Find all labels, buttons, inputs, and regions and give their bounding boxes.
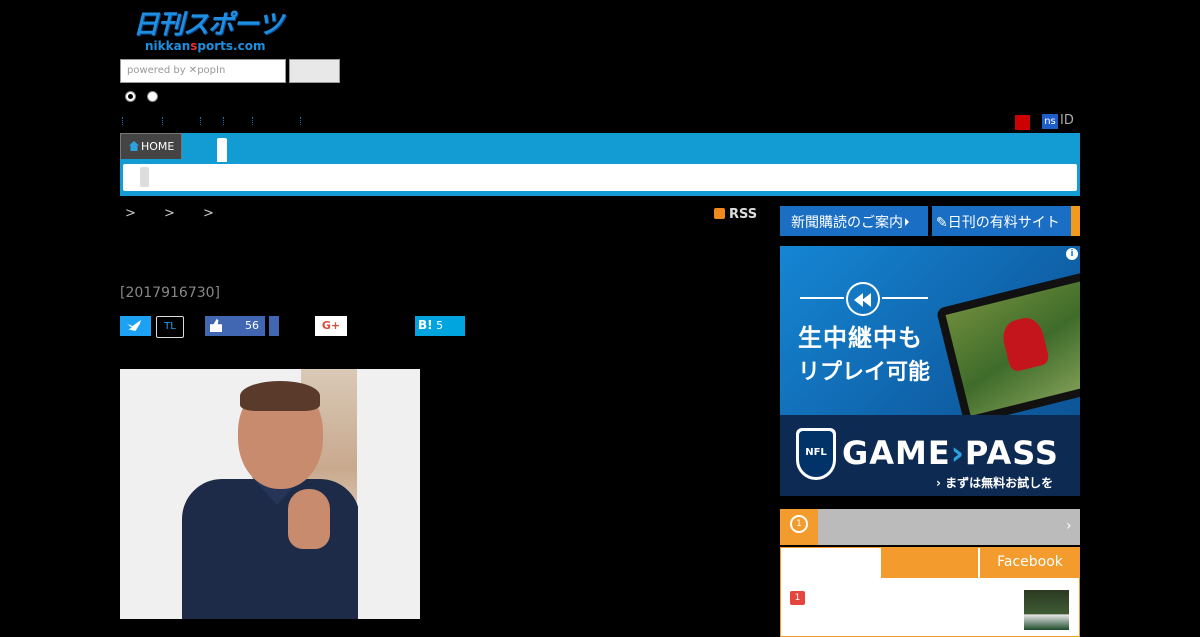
article-photo[interactable] — [120, 369, 420, 619]
photo-person-body — [182, 479, 360, 619]
arrow-right-icon — [905, 218, 909, 226]
button-accent — [1071, 206, 1080, 236]
site-logo[interactable]: 日刊スポーツ nikkansports.com — [133, 10, 288, 56]
nav-tab-active[interactable] — [217, 138, 227, 162]
timeline-button[interactable]: TL — [156, 316, 184, 338]
ad-line-right — [882, 297, 928, 299]
ad-info-icon[interactable]: i — [1066, 248, 1078, 260]
ranking-more-arrow[interactable]: › — [1066, 518, 1072, 534]
nav-sub-item[interactable] — [140, 167, 149, 187]
medal-icon: 1 — [790, 515, 808, 533]
ad-football-player — [999, 314, 1051, 373]
search-radio-web[interactable] — [147, 91, 158, 102]
ad-tablet-screen — [945, 280, 1080, 416]
ad-tablet-image — [935, 270, 1080, 426]
newspaper-subscription-button[interactable]: 新聞購読のご案内 — [780, 206, 928, 236]
google-plus-button[interactable]: G+ — [315, 316, 347, 336]
ad-headline-1: 生中継中も — [798, 324, 923, 352]
ad-line-left — [800, 297, 844, 299]
ad-headline-2: リプレイ可能 — [798, 360, 931, 385]
article-dateline: [2017916730] — [120, 285, 220, 301]
photo-bg-left — [120, 369, 182, 619]
header-link[interactable] — [223, 117, 226, 125]
home-icon — [129, 141, 139, 151]
hatena-bookmark-button[interactable]: B! 5 — [415, 316, 465, 336]
search-input[interactable]: powered by ✕popIn — [120, 59, 286, 83]
search-button[interactable] — [289, 59, 340, 83]
nfl-gamepass-ad[interactable]: i 生中継中も リプレイ可能 NFL GAME›PASS › まずは無料お試しを — [780, 246, 1080, 496]
pencil-icon: ✎ — [936, 215, 948, 231]
header-link[interactable] — [122, 117, 125, 125]
id-login-link[interactable]: ID — [1060, 113, 1074, 128]
photo-person-hair — [240, 381, 320, 411]
ad-cta[interactable]: › まずは無料お試しを — [936, 474, 1053, 491]
paid-site-button[interactable]: ✎日刊の有料サイト — [932, 206, 1080, 236]
nav-subbar — [123, 164, 1077, 191]
header-link[interactable] — [252, 117, 255, 125]
rewind-icon — [846, 282, 880, 316]
rss-link[interactable]: RSS — [714, 207, 757, 222]
ranking-tab-facebook[interactable]: Facebook — [980, 547, 1080, 578]
rss-icon — [714, 208, 725, 219]
breadcrumb[interactable]: > > > — [125, 206, 226, 221]
nav-tab-home[interactable]: HOME — [120, 133, 182, 159]
ad-brand: GAME›PASS — [842, 434, 1059, 472]
nfl-shield-icon: NFL — [796, 428, 836, 480]
header-link[interactable] — [300, 117, 303, 125]
facebook-share-button[interactable] — [269, 316, 279, 336]
search-radio-site[interactable] — [125, 91, 136, 102]
red-square-icon[interactable] — [1015, 115, 1030, 130]
ranking-tab[interactable] — [881, 547, 978, 578]
photo-person-hand — [288, 489, 330, 549]
header-link[interactable] — [200, 117, 203, 125]
ranking-item-thumbnail[interactable] — [1024, 590, 1069, 630]
chevron-right-icon: › — [936, 476, 946, 490]
rank-number-badge: 1 — [790, 591, 805, 605]
logo-text-jp: 日刊スポーツ — [133, 10, 283, 40]
logo-text-en: nikkansports.com — [145, 39, 266, 53]
header-link[interactable] — [162, 117, 165, 125]
photo-bg-right — [358, 369, 420, 619]
ns-badge-icon[interactable]: ns — [1042, 114, 1058, 129]
ranking-header[interactable] — [780, 509, 1080, 545]
